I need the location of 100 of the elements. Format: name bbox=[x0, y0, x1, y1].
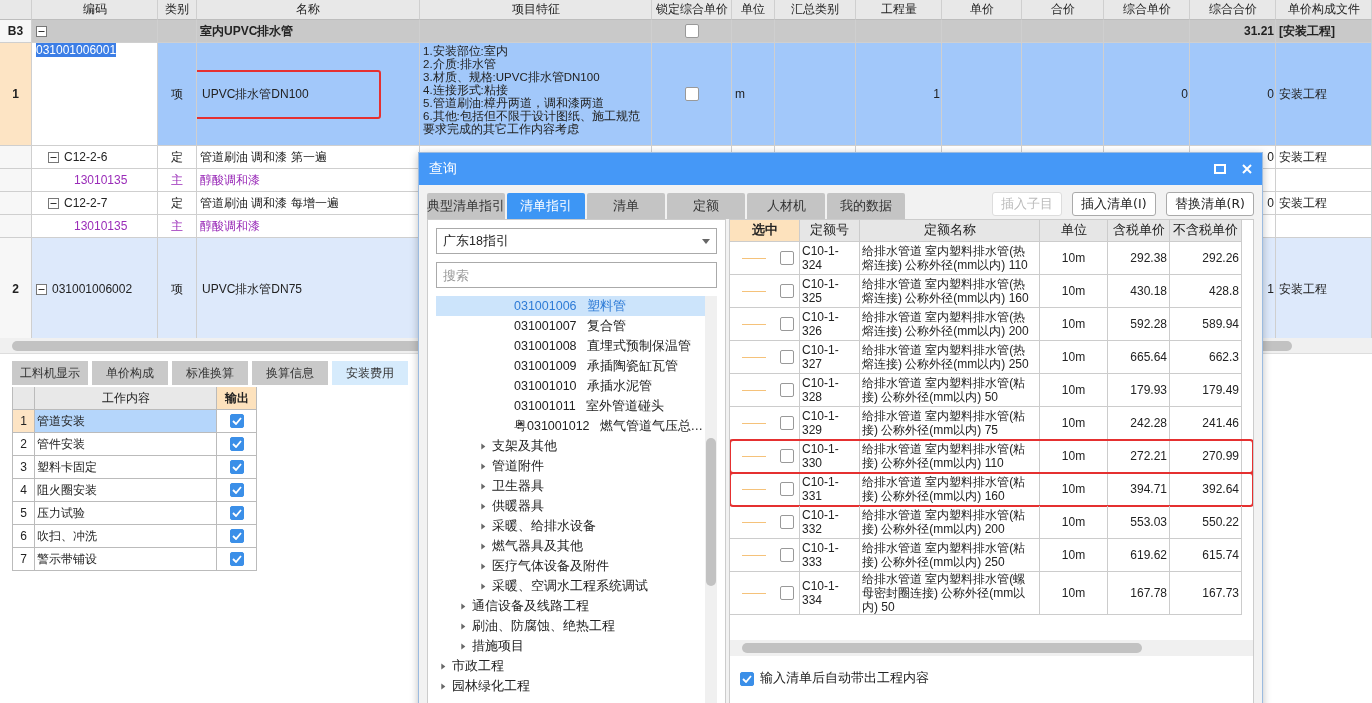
tree-item[interactable]: 粤031001012 燃气管道气压总… bbox=[436, 416, 705, 436]
tab[interactable]: 清单 bbox=[587, 193, 665, 219]
tree-item[interactable]: 措施项目 bbox=[436, 636, 705, 656]
table-cell[interactable]: 吹扫、冲洗 bbox=[35, 525, 217, 548]
select-checkbox[interactable] bbox=[780, 482, 794, 496]
caret-icon[interactable] bbox=[480, 441, 486, 451]
table-cell[interactable]: 管道安装 bbox=[35, 410, 217, 433]
select-checkbox[interactable] bbox=[780, 317, 794, 331]
tree-line bbox=[742, 521, 766, 523]
tree-item[interactable]: 031001007 复合管 bbox=[436, 316, 705, 336]
table-cell[interactable]: 压力试验 bbox=[35, 502, 217, 525]
table-cell: 619.62 bbox=[1108, 539, 1170, 572]
output-checkbox[interactable] bbox=[229, 437, 244, 451]
action-button[interactable]: 替换清单(R) bbox=[1165, 192, 1254, 216]
caret-icon[interactable] bbox=[440, 681, 446, 691]
tree-item[interactable]: 031001011 室外管道碰头 bbox=[436, 396, 705, 416]
output-checkbox[interactable] bbox=[229, 483, 244, 497]
tree-line bbox=[742, 290, 766, 292]
tree-item[interactable]: 采暖、空调水工程系统调试 bbox=[436, 576, 705, 596]
tab[interactable]: 安装费用 bbox=[332, 361, 408, 385]
tab[interactable]: 人材机 bbox=[747, 193, 825, 219]
output-checkbox[interactable] bbox=[229, 414, 244, 428]
tree-item[interactable]: 燃气器具及其他 bbox=[436, 536, 705, 556]
table-cell[interactable]: 警示带铺设 bbox=[35, 548, 217, 571]
caret-icon[interactable] bbox=[440, 661, 446, 671]
caret-icon[interactable] bbox=[480, 581, 486, 591]
tab[interactable]: 我的数据 bbox=[827, 193, 905, 219]
tree-item[interactable]: 供暖器具 bbox=[436, 496, 705, 516]
tree-item[interactable]: 通信设备及线路工程 bbox=[436, 596, 705, 616]
guide-select[interactable]: 广东18指引 bbox=[436, 228, 717, 254]
collapse-icon[interactable] bbox=[48, 197, 59, 209]
select-checkbox[interactable] bbox=[780, 586, 794, 600]
tree-item[interactable]: 刷油、防腐蚀、绝热工程 bbox=[436, 616, 705, 636]
select-checkbox[interactable] bbox=[780, 449, 794, 463]
tree-item[interactable]: 市政工程 bbox=[436, 656, 705, 676]
output-checkbox[interactable] bbox=[229, 460, 244, 474]
caret-icon[interactable] bbox=[460, 641, 466, 651]
maximize-icon[interactable] bbox=[1214, 164, 1226, 174]
column-header: 选中 bbox=[730, 220, 800, 242]
vertical-scrollbar[interactable] bbox=[705, 296, 717, 703]
column-header: 含税单价 bbox=[1108, 220, 1170, 242]
tree-line bbox=[742, 488, 766, 490]
select-checkbox[interactable] bbox=[780, 416, 794, 430]
caret-icon[interactable] bbox=[480, 541, 486, 551]
tab[interactable]: 标准换算 bbox=[172, 361, 248, 385]
lock-checkbox[interactable] bbox=[684, 24, 699, 38]
caret-icon[interactable] bbox=[460, 621, 466, 631]
tree-line bbox=[742, 356, 766, 358]
output-checkbox[interactable] bbox=[229, 529, 244, 543]
table-cell[interactable]: 塑料卡固定 bbox=[35, 456, 217, 479]
tree-line bbox=[742, 592, 766, 594]
collapse-icon[interactable] bbox=[36, 283, 47, 295]
tree-item[interactable]: 卫生器具 bbox=[436, 476, 705, 496]
item-code: 13010135 bbox=[74, 219, 128, 233]
tree-item[interactable]: 管道附件 bbox=[436, 456, 705, 476]
tab[interactable]: 定额 bbox=[667, 193, 745, 219]
checkbox-label: 输入清单后自动带出工程内容 bbox=[760, 670, 929, 687]
select-checkbox[interactable] bbox=[780, 548, 794, 562]
action-button[interactable]: 插入清单(I) bbox=[1072, 192, 1156, 216]
caret-icon[interactable] bbox=[480, 501, 486, 511]
item-code: 031001006002 bbox=[52, 282, 133, 296]
select-checkbox[interactable] bbox=[780, 515, 794, 529]
auto-fill-checkbox[interactable] bbox=[740, 671, 754, 686]
lock-checkbox[interactable] bbox=[684, 87, 699, 101]
search-field[interactable]: 搜索 bbox=[436, 262, 717, 288]
table-cell: 给排水管道 室内塑料排水管(粘接) 公称外径(mm以内) 50 bbox=[860, 374, 1040, 407]
caret-icon[interactable] bbox=[480, 481, 486, 491]
caret-icon[interactable] bbox=[480, 561, 486, 571]
table-cell: 589.94 bbox=[1170, 308, 1242, 341]
table-cell[interactable]: 管件安装 bbox=[35, 433, 217, 456]
tree-item[interactable]: 031001008 直埋式预制保温管 bbox=[436, 336, 705, 356]
table-cell[interactable]: 阻火圈安装 bbox=[35, 479, 217, 502]
caret-icon[interactable] bbox=[480, 521, 486, 531]
horizontal-scrollbar[interactable] bbox=[730, 640, 1253, 656]
output-checkbox[interactable] bbox=[229, 552, 244, 566]
close-icon[interactable] bbox=[1242, 164, 1252, 174]
tree-item[interactable]: 031001009 承插陶瓷缸瓦管 bbox=[436, 356, 705, 376]
collapse-icon[interactable] bbox=[48, 151, 59, 163]
column-header: 单位 bbox=[732, 0, 775, 20]
select-checkbox[interactable] bbox=[780, 251, 794, 265]
column-header: 定额号 bbox=[800, 220, 860, 242]
table-cell: 272.21 bbox=[1108, 440, 1170, 473]
caret-icon[interactable] bbox=[460, 601, 466, 611]
select-checkbox[interactable] bbox=[780, 350, 794, 364]
select-checkbox[interactable] bbox=[780, 284, 794, 298]
tab[interactable]: 换算信息 bbox=[252, 361, 328, 385]
table-cell: C10-1-331 bbox=[800, 473, 860, 506]
tab[interactable]: 典型清单指引 bbox=[427, 193, 505, 219]
tree-item[interactable]: 支架及其他 bbox=[436, 436, 705, 456]
tree-item[interactable]: 采暖、给排水设备 bbox=[436, 516, 705, 536]
tab[interactable]: 单价构成 bbox=[92, 361, 168, 385]
caret-icon[interactable] bbox=[480, 461, 486, 471]
select-checkbox[interactable] bbox=[780, 383, 794, 397]
tree-item[interactable]: 园林绿化工程 bbox=[436, 676, 705, 696]
output-checkbox[interactable] bbox=[229, 506, 244, 520]
table-cell: 给排水管道 室内塑料排水管(热熔连接) 公称外径(mm以内) 160 bbox=[860, 275, 1040, 308]
tab[interactable]: 工料机显示 bbox=[12, 361, 88, 385]
collapse-icon[interactable] bbox=[36, 25, 47, 37]
tree-item[interactable]: 医疗气体设备及附件 bbox=[436, 556, 705, 576]
tree-item[interactable]: 031001010 承插水泥管 bbox=[436, 376, 705, 396]
